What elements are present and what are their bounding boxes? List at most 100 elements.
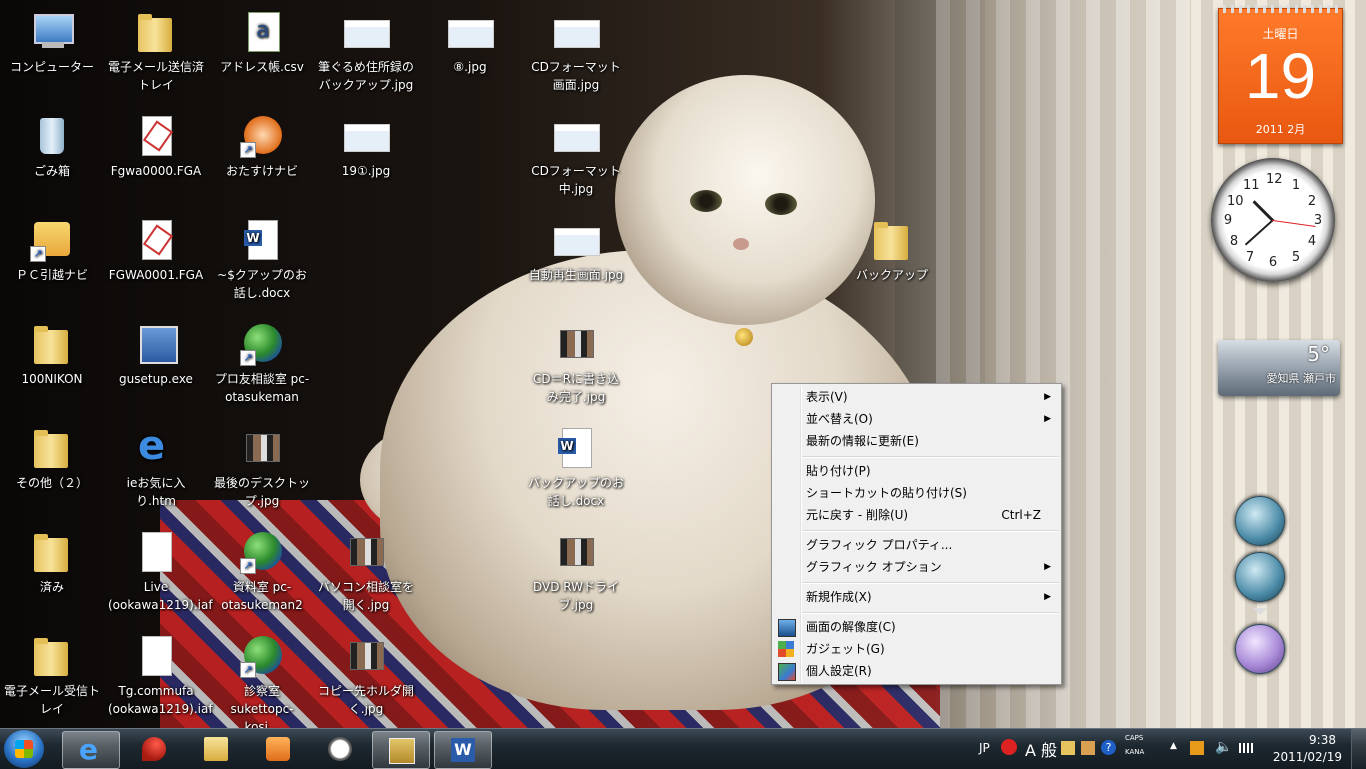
- desktop-icon-address-csv[interactable]: アドレス帳.csv: [212, 8, 312, 76]
- fga-file-icon: [132, 112, 180, 160]
- gadget-button[interactable]: [1235, 552, 1285, 602]
- menu-separator: [802, 612, 1059, 614]
- desktop-icon-pc-room-open-jpg[interactable]: パソコン相談室を開く.jpg: [316, 528, 416, 614]
- slideshow-gadget-button[interactable]: [1235, 496, 1285, 546]
- desktop-icon-label: 電子メール受信トレイ: [4, 684, 101, 716]
- desktop-icon-last-desktop-jpg[interactable]: 最後のデスクトップ.jpg: [212, 424, 312, 510]
- menu-item-graphics-properties[interactable]: グラフィック プロパティ...: [774, 534, 1059, 556]
- folder-icon: [28, 424, 76, 472]
- desktop-icon-label: コピー先ホルダ開く.jpg: [318, 684, 415, 716]
- desktop-icon-cdr-write-done-jpg[interactable]: CD＝Rに書き込み完了.jpg: [526, 320, 626, 406]
- menu-item-sort[interactable]: 並べ替え(O) ▶: [774, 408, 1059, 430]
- desktop-icon-mail-inbox[interactable]: 電子メール受信トレイ: [2, 632, 102, 718]
- show-hidden-icons-icon[interactable]: ▲: [1170, 741, 1177, 751]
- desktop-icon-backup-talk-docx[interactable]: バックアップのお話し.docx: [526, 424, 626, 510]
- menu-item-undo-delete[interactable]: 元に戻す - 削除(U) Ctrl+Z: [774, 504, 1059, 526]
- desktop-icon-resource-room[interactable]: 資料室 pc-otasukeman2: [212, 528, 312, 614]
- desktop-icon-fudegurume-backup-jpg[interactable]: 筆ぐるめ住所録のバックアップ.jpg: [316, 8, 416, 94]
- gadget-bubble-button[interactable]: [1235, 624, 1285, 674]
- menu-item-paste-shortcut[interactable]: ショートカットの貼り付け(S): [774, 482, 1059, 504]
- menu-separator: [802, 456, 1059, 458]
- desktop-icon-exam-room[interactable]: 診察室 sukettopc-kosi...: [212, 632, 312, 736]
- submenu-arrow-icon: ▶: [1044, 392, 1051, 402]
- menu-item-label: 個人設定(R): [806, 664, 872, 678]
- taskbar-explorer-button[interactable]: [188, 731, 244, 767]
- taskbar-ie-button[interactable]: e: [62, 731, 120, 769]
- language-indicator[interactable]: JP: [979, 741, 990, 755]
- desktop-icon-label: ＰＣ引越ナビ: [15, 268, 88, 282]
- ime-tool-icon[interactable]: [1081, 741, 1095, 755]
- desktop-icon-computer[interactable]: コンピューター: [2, 8, 102, 76]
- gadget-expand-arrow-icon[interactable]: [1253, 608, 1267, 615]
- desktop-icon-other-2[interactable]: その他（２）: [2, 424, 102, 492]
- desktop-icon-label: その他（２）: [15, 476, 88, 490]
- menu-item-new[interactable]: 新規作成(X) ▶: [774, 586, 1059, 608]
- monitor-icon: [778, 619, 796, 637]
- menu-item-screen-resolution[interactable]: 画面の解像度(C): [774, 616, 1059, 638]
- desktop-icon-19-jpg[interactable]: 19①.jpg: [316, 112, 416, 180]
- clock-gadget[interactable]: 12 1 2 3 4 5 6 7 8 9 10 11: [1211, 158, 1335, 282]
- clock-number: 1: [1291, 178, 1301, 193]
- desktop-icon-tg-commufa-iaf[interactable]: Tg.commufa (ookawa1219).iaf: [106, 632, 213, 718]
- start-button[interactable]: [4, 730, 44, 768]
- weather-gadget[interactable]: 5° 愛知県 瀬戸市: [1218, 340, 1340, 396]
- menu-item-shortcut: Ctrl+Z: [1001, 508, 1041, 522]
- calendar-day: 19: [1244, 40, 1317, 112]
- desktop-icon-otasuke-navi[interactable]: おたすけナビ: [212, 112, 312, 180]
- menu-item-personalize[interactable]: 個人設定(R): [774, 660, 1059, 682]
- word-document-icon: [238, 216, 286, 264]
- clock-number: 8: [1229, 234, 1239, 249]
- blank-file-icon: [132, 528, 180, 576]
- desktop-icon-cd-format-screen-jpg[interactable]: CDフォーマット画面.jpg: [526, 8, 626, 94]
- desktop-icon-label: 済み: [39, 580, 64, 594]
- menu-item-gadgets[interactable]: ガジェット(G): [774, 638, 1059, 660]
- menu-item-refresh[interactable]: 最新の情報に更新(E): [774, 430, 1059, 452]
- menu-item-view[interactable]: 表示(V) ▶: [774, 386, 1059, 408]
- show-desktop-button[interactable]: [1351, 729, 1366, 769]
- desktop-icon-8-jpg[interactable]: ⑧.jpg: [420, 8, 520, 76]
- taskbar-clock-date[interactable]: 2011/02/19: [1273, 750, 1342, 764]
- ime-icon[interactable]: [1001, 739, 1017, 755]
- desktop-icon-backup-folder[interactable]: バックアップ: [842, 216, 942, 284]
- network-icon[interactable]: [1239, 743, 1253, 753]
- desktop-icon-dvd-rw-drive-jpg[interactable]: DVD RWドライブ.jpg: [526, 528, 626, 614]
- calendar-gadget[interactable]: 土曜日 19 2011 2月: [1218, 5, 1343, 144]
- desktop-icon-fgwa0000[interactable]: Fgwa0000.FGA: [106, 112, 206, 180]
- desktop-icon-recycle-bin[interactable]: ごみ箱: [2, 112, 102, 180]
- desktop-icon-fgwa0001[interactable]: FGWA0001.FGA: [106, 216, 206, 284]
- menu-item-paste[interactable]: 貼り付け(P): [774, 460, 1059, 482]
- desktop-icon-pc-moving-navi[interactable]: ＰＣ引越ナビ: [2, 216, 102, 284]
- desktop-icon-done[interactable]: 済み: [2, 528, 102, 596]
- taskbar-media-player-button[interactable]: [250, 731, 306, 767]
- submenu-arrow-icon: ▶: [1044, 414, 1051, 424]
- desktop-icon-live-iaf[interactable]: Live (ookawa1219).iaf: [106, 528, 213, 614]
- computer-icon: [28, 8, 76, 56]
- taskbar-word-button[interactable]: W: [434, 731, 492, 769]
- taskbar-pin-button[interactable]: [126, 731, 182, 767]
- desktop-icon-label: 資料室 pc-otasukeman2: [221, 580, 303, 612]
- ime-pad-icon[interactable]: [1061, 741, 1075, 755]
- ime-mode[interactable]: A 般: [1025, 737, 1057, 761]
- desktop-icon-backup-talk-temp[interactable]: ~$クアップのお話し.docx: [212, 216, 312, 302]
- desktop-icon-pro-friend-room[interactable]: プロ友相談室 pc-otasukeman: [212, 320, 312, 406]
- help-icon[interactable]: ?: [1101, 740, 1116, 755]
- desktop-icon-100nikon[interactable]: 100NIKON: [2, 320, 102, 388]
- action-center-icon[interactable]: [1190, 741, 1204, 755]
- menu-item-graphics-options[interactable]: グラフィック オプション ▶: [774, 556, 1059, 578]
- setup-exe-icon: [132, 320, 180, 368]
- desktop-icon-autoplay-jpg[interactable]: 自動再生画面.jpg: [526, 216, 626, 284]
- desktop-icon-label: Tg.commufa (ookawa1219).iaf: [108, 684, 213, 716]
- desktop-icon-copy-folder-jpg[interactable]: コピー先ホルダ開く.jpg: [316, 632, 416, 718]
- desktop-icon-ie-favorites[interactable]: ieお気に入り.htm: [106, 424, 206, 510]
- desktop-icon-mail-sent[interactable]: 電子メール送信済トレイ: [106, 8, 206, 94]
- desktop-icon-gusetup[interactable]: gusetup.exe: [106, 320, 206, 388]
- clock-number: 12: [1266, 172, 1283, 187]
- volume-icon[interactable]: 🔈: [1215, 739, 1232, 755]
- desktop-icon-cd-formatting-jpg[interactable]: CDフォーマット中.jpg: [526, 112, 626, 198]
- menu-item-label: 最新の情報に更新(E): [806, 434, 919, 448]
- taskbar-clock-time[interactable]: 9:38: [1309, 733, 1336, 747]
- taskbar-clock-app-button[interactable]: [312, 731, 368, 767]
- taskbar-window-button[interactable]: [372, 731, 430, 769]
- otasuke-navi-icon: [238, 112, 286, 160]
- desktop-icon-label: 筆ぐるめ住所録のバックアップ.jpg: [318, 60, 414, 92]
